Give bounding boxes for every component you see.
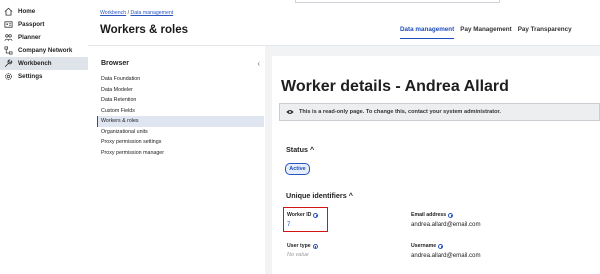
user-type-label-text: User type	[287, 243, 311, 249]
read-only-banner-text: This is a read-only page. To change this…	[299, 109, 501, 115]
browser-header: Browser ‹	[97, 54, 264, 68]
people-icon	[4, 33, 13, 42]
id-card-icon	[4, 20, 13, 29]
nav-item-passport[interactable]: Passport	[0, 18, 88, 31]
email-address-label: Email address	[411, 212, 454, 218]
browser-item-data-foundation[interactable]: Data Foundation	[97, 74, 264, 85]
eye-icon	[286, 109, 294, 115]
browser-item-organizational-units[interactable]: Organizational units	[97, 127, 264, 138]
user-type-value: No value	[287, 252, 309, 258]
unique-identifiers-section-toggle[interactable]: Unique identifiers ^	[286, 191, 353, 200]
breadcrumb-data-management-link[interactable]: Data management	[130, 10, 173, 16]
browser-list: Data Foundation Data Modeler Data Retent…	[97, 74, 264, 158]
nav-item-label: Home	[18, 8, 36, 15]
tab-pay-management[interactable]: Pay Management	[460, 26, 511, 39]
status-section-toggle[interactable]: Status ^	[286, 145, 314, 154]
nav-item-workbench[interactable]: Workbench	[0, 57, 88, 70]
info-icon[interactable]	[448, 212, 454, 218]
nav-item-label: Settings	[18, 73, 43, 80]
email-address-label-text: Email address	[411, 212, 447, 218]
read-only-banner: This is a read-only page. To change this…	[279, 103, 600, 121]
highlight-box	[283, 207, 328, 232]
breadcrumb-workbench-link[interactable]: Workbench	[100, 10, 126, 16]
status-badge: Active	[285, 163, 310, 175]
chevron-left-icon[interactable]: ‹	[257, 59, 260, 68]
info-icon[interactable]	[438, 243, 444, 249]
browser-item-data-retention[interactable]: Data Retention	[97, 95, 264, 106]
browser-item-data-modeler[interactable]: Data Modeler	[97, 85, 264, 96]
browser-item-proxy-permission-manager[interactable]: Proxy permission manager	[97, 148, 264, 159]
page-title: Workers & roles	[100, 24, 188, 36]
nav-item-label: Workbench	[18, 60, 52, 67]
wrench-icon	[4, 59, 13, 68]
username-value: andrea.allard@email.com	[411, 252, 481, 259]
worker-details-title: Worker details - Andrea Allard	[281, 78, 509, 95]
nav-item-label: Company Network	[18, 47, 73, 54]
top-strip	[295, 0, 500, 3]
tab-pay-transparency[interactable]: Pay Transparency	[518, 26, 572, 39]
nav-item-home[interactable]: Home	[0, 5, 88, 18]
nav-item-company-network[interactable]: Company Network	[0, 44, 88, 57]
browser-item-custom-fields[interactable]: Custom Fields	[97, 106, 264, 117]
breadcrumb: Workbench / Data management	[100, 10, 173, 16]
user-type-label: User type	[287, 243, 318, 249]
nav-item-planner[interactable]: Planner	[0, 31, 88, 44]
browser-panel: Browser ‹ Data Foundation Data Modeler D…	[97, 54, 264, 274]
gear-icon	[4, 72, 13, 81]
nav-item-label: Passport	[18, 21, 45, 28]
username-label: Username	[411, 243, 444, 249]
home-icon	[4, 7, 13, 16]
info-icon[interactable]	[312, 243, 318, 249]
nav-item-label: Planner	[18, 34, 41, 41]
email-address-value: andrea.allard@email.com	[411, 221, 481, 228]
browser-item-workers-roles[interactable]: Workers & roles	[97, 116, 264, 127]
nav-item-settings[interactable]: Settings	[0, 70, 88, 83]
tab-bar: Data management Pay Management Pay Trans…	[400, 26, 578, 39]
username-label-text: Username	[411, 243, 437, 249]
network-icon	[4, 46, 13, 55]
browser-item-proxy-permission-settings[interactable]: Proxy permission settings	[97, 137, 264, 148]
main-nav: Home Passport Planner Company Network Wo…	[0, 0, 88, 274]
browser-title: Browser	[101, 60, 130, 67]
tab-data-management[interactable]: Data management	[400, 26, 455, 39]
